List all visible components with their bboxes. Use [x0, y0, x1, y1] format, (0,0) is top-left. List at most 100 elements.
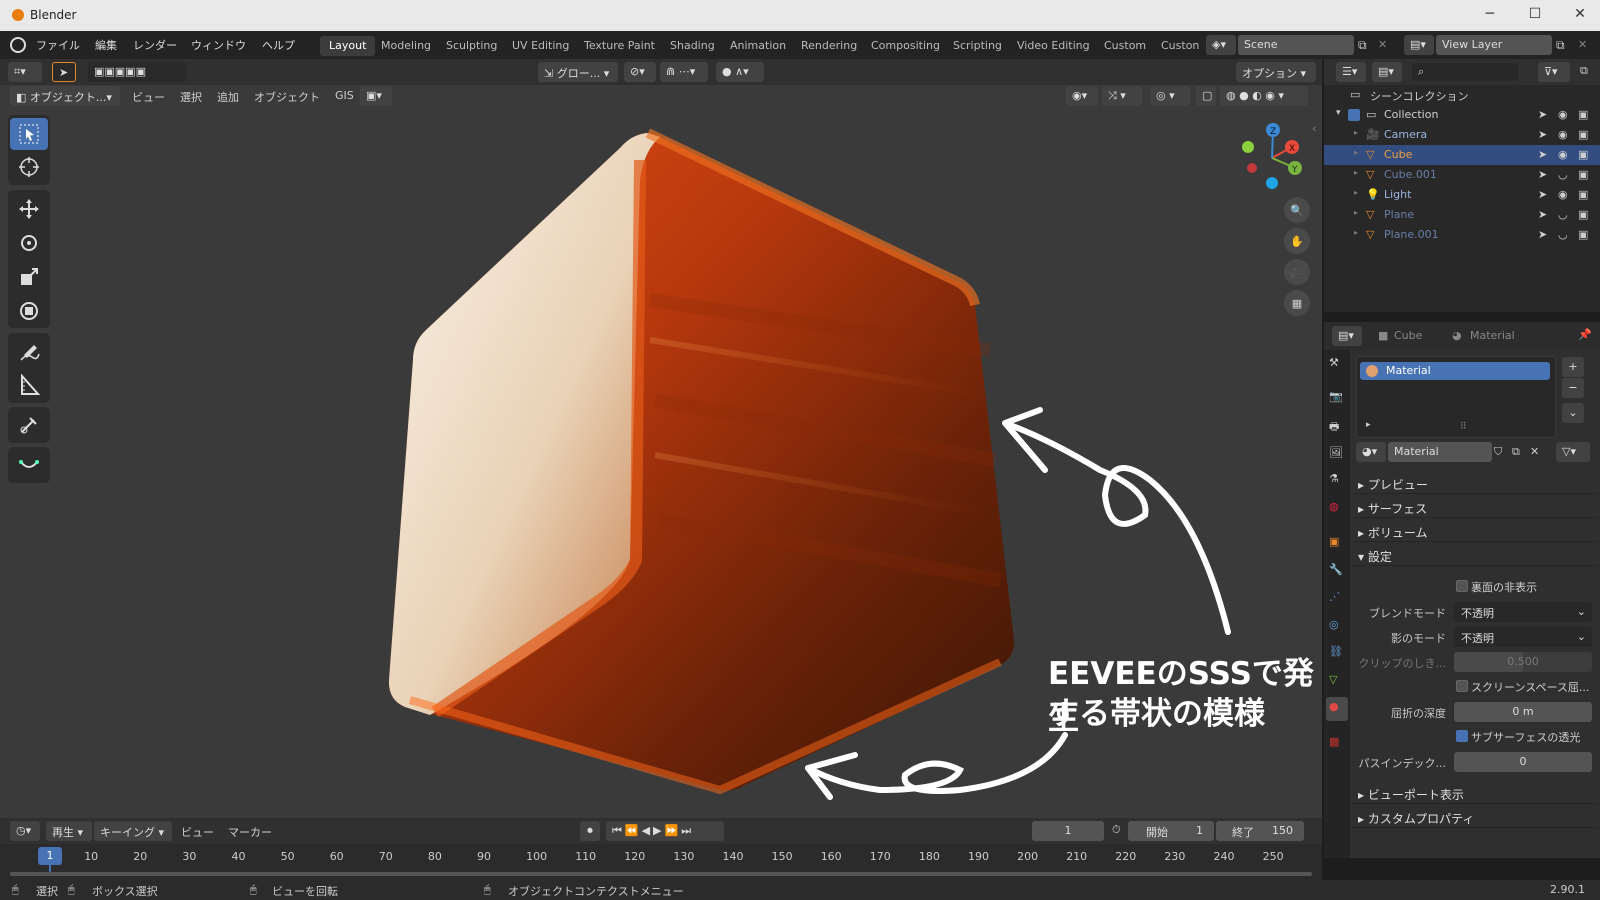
render-camera-icon[interactable]: ▣ [1578, 228, 1588, 241]
view-layer-browse-icon[interactable]: ▤▾ [1404, 35, 1434, 55]
select-toggle-icon[interactable]: ➤ [1538, 228, 1547, 241]
select-toggle-icon[interactable]: ➤ [1538, 168, 1547, 181]
viewport-menu-object[interactable]: オブジェクト [254, 89, 320, 105]
expand-arrow-icon[interactable]: ▸ [1354, 208, 1358, 217]
end-frame-field[interactable]: 終了 150 [1216, 821, 1304, 841]
properties-editor-type-icon[interactable]: ▤▾ [1332, 326, 1362, 346]
rotate-tool[interactable] [10, 227, 48, 259]
eye-closed-icon[interactable]: ◡ [1558, 228, 1568, 241]
tab-video-editing[interactable]: Video Editing [1008, 36, 1099, 56]
tab-texture-paint[interactable]: Texture Paint [575, 36, 664, 56]
pan-hand-icon[interactable]: ✋ [1284, 228, 1310, 254]
clip-threshold-slider[interactable]: 0.500 [1454, 652, 1592, 672]
material-name-field[interactable]: Material [1388, 442, 1492, 462]
snap-icon[interactable]: ⋒ ⋯▾ [660, 62, 708, 82]
fake-user-shield-icon[interactable]: ⛉ [1494, 445, 1502, 459]
scale-tool[interactable] [10, 261, 48, 293]
keying-dropdown[interactable]: キーイング ▾ [94, 821, 172, 841]
physics-tab-icon[interactable]: ◎ [1329, 618, 1339, 631]
pivot-point-icon[interactable]: ⊘▾ [624, 62, 656, 82]
outliner-search-input[interactable]: ⌕ [1412, 63, 1518, 81]
render-camera-icon[interactable]: ▣ [1578, 128, 1588, 141]
menu-file[interactable]: ファイル [36, 37, 80, 53]
tab-sculpting[interactable]: Sculpting [437, 36, 506, 56]
tab-rendering[interactable]: Rendering [792, 36, 866, 56]
scene-tab-icon[interactable]: ⚗ [1329, 472, 1339, 485]
outliner-row-collection[interactable]: ▾ ▭ Collection ➤ ◉ ▣ [1324, 105, 1600, 125]
blender-menu-icon[interactable] [10, 37, 26, 53]
gizmo-toggle-icon[interactable]: ⤨ ▾ [1102, 86, 1142, 106]
remove-slot-button[interactable]: − [1562, 378, 1584, 398]
pass-index-field[interactable]: 0 [1454, 752, 1592, 772]
expand-arrow-icon[interactable]: ▸ [1354, 168, 1358, 177]
playhead[interactable]: 1 [38, 847, 62, 865]
outliner-row-light[interactable]: ▸ 💡 Light ➤ ◉ ▣ [1324, 185, 1600, 205]
shadow-mode-dropdown[interactable]: 不透明 ⌄ [1454, 627, 1592, 647]
tab-uv-editing[interactable]: UV Editing [503, 36, 578, 56]
mode-dropdown[interactable]: ◧ オブジェクト...▾ [10, 86, 120, 106]
new-collection-icon[interactable]: ⧉ [1580, 64, 1588, 78]
collapse-arrow-icon[interactable]: ▾ [1336, 108, 1341, 118]
maximize-button[interactable]: ☐ [1525, 6, 1545, 22]
unlink-material-icon[interactable]: ✕ [1530, 445, 1539, 458]
timeline-editor-type-icon[interactable]: ◷▾ [10, 821, 40, 841]
outliner-row-plane-001[interactable]: ▸ ▽ Plane.001 ➤ ◡ ▣ [1324, 225, 1600, 245]
particles-tab-icon[interactable]: ⋰ [1329, 590, 1340, 603]
eye-icon[interactable]: ◉ [1558, 188, 1568, 201]
expand-arrow-icon[interactable]: ▸ [1354, 228, 1358, 237]
material-slot-row[interactable]: Material [1360, 362, 1550, 380]
playback-controls[interactable]: ⏮⏪◀▶⏩⏭ [606, 821, 724, 841]
list-resize-handle[interactable]: ⠿ [1460, 422, 1467, 432]
panel-viewport-display[interactable]: ▸ ビューポート表示 [1352, 782, 1598, 804]
eye-icon[interactable]: ◉ [1558, 128, 1568, 141]
menu-window[interactable]: ウィンドウ [191, 37, 246, 53]
blend-mode-dropdown[interactable]: 不透明 ⌄ [1454, 602, 1592, 622]
tab-layout[interactable]: Layout [320, 36, 376, 56]
current-frame-field[interactable]: 1 [1032, 821, 1104, 841]
backface-culling-checkbox[interactable] [1456, 580, 1468, 592]
render-camera-icon[interactable]: ▣ [1578, 168, 1588, 181]
tool-tab-icon[interactable]: ⚒ [1329, 356, 1339, 369]
cursor-tool[interactable] [10, 151, 48, 183]
panel-custom-properties[interactable]: ▸ カスタムプロパティ [1352, 806, 1598, 828]
expand-arrow-icon[interactable]: ▸ [1354, 128, 1358, 137]
timeline-menu-marker[interactable]: マーカー [228, 824, 272, 840]
playback-dropdown[interactable]: 再生 ▾ [46, 821, 92, 841]
duplicate-material-icon[interactable]: ⧉ [1512, 445, 1520, 459]
menu-help[interactable]: ヘルプ [262, 37, 295, 53]
object-tab-icon[interactable]: ▣ [1329, 535, 1339, 548]
scene-new-icon[interactable]: ⧉ [1358, 38, 1367, 53]
panel-surface[interactable]: ▸ サーフェス [1352, 496, 1598, 518]
minimize-button[interactable]: ─ [1480, 6, 1500, 22]
editor-type-icon[interactable]: ⌗▾ [8, 62, 42, 82]
select-toggle-icon[interactable]: ➤ [1538, 148, 1547, 161]
render-camera-icon[interactable]: ▣ [1578, 208, 1588, 221]
proportional-edit-icon[interactable]: ● ∧▾ [716, 62, 764, 82]
scene-name-field[interactable]: Scene [1238, 35, 1354, 55]
world-tab-icon[interactable]: ◍ [1329, 500, 1339, 513]
options-dropdown[interactable]: オプション ▾ [1236, 62, 1316, 82]
tab-custom[interactable]: Custom [1095, 36, 1155, 56]
annotate-tool[interactable] [10, 336, 48, 368]
preview-range-icon[interactable]: ⏱ [1112, 823, 1121, 837]
outliner-row-scene-collection[interactable]: ▭ シーンコレクション [1324, 85, 1600, 105]
outliner-row-plane[interactable]: ▸ ▽ Plane ➤ ◡ ▣ [1324, 205, 1600, 225]
render-camera-icon[interactable]: ▣ [1578, 148, 1588, 161]
select-tool-icon[interactable]: ➤ [52, 62, 76, 82]
tab-compositing[interactable]: Compositing [862, 36, 949, 56]
tab-shading[interactable]: Shading [661, 36, 724, 56]
timeline-scrollbar[interactable] [10, 872, 1312, 876]
tab-animation[interactable]: Animation [721, 36, 795, 56]
slot-expand-icon[interactable]: ▸ [1366, 420, 1371, 430]
select-toggle-icon[interactable]: ➤ [1538, 188, 1547, 201]
viewport-menu-view[interactable]: ビュー [132, 89, 165, 105]
timeline-menu-view[interactable]: ビュー [181, 824, 214, 840]
tab-modeling[interactable]: Modeling [372, 36, 440, 56]
slot-specials-button[interactable]: ⌄ [1562, 403, 1584, 423]
modifier-tab-icon[interactable]: 🔧 [1329, 563, 1343, 576]
select-box-tool[interactable] [10, 118, 48, 150]
perspective-grid-icon[interactable]: ▦ [1284, 290, 1310, 316]
eye-icon[interactable]: ◉ [1558, 148, 1568, 161]
overlay-toggle-icon[interactable]: ◎ ▾ [1150, 86, 1190, 106]
pin-icon[interactable]: 📌 [1578, 328, 1592, 341]
